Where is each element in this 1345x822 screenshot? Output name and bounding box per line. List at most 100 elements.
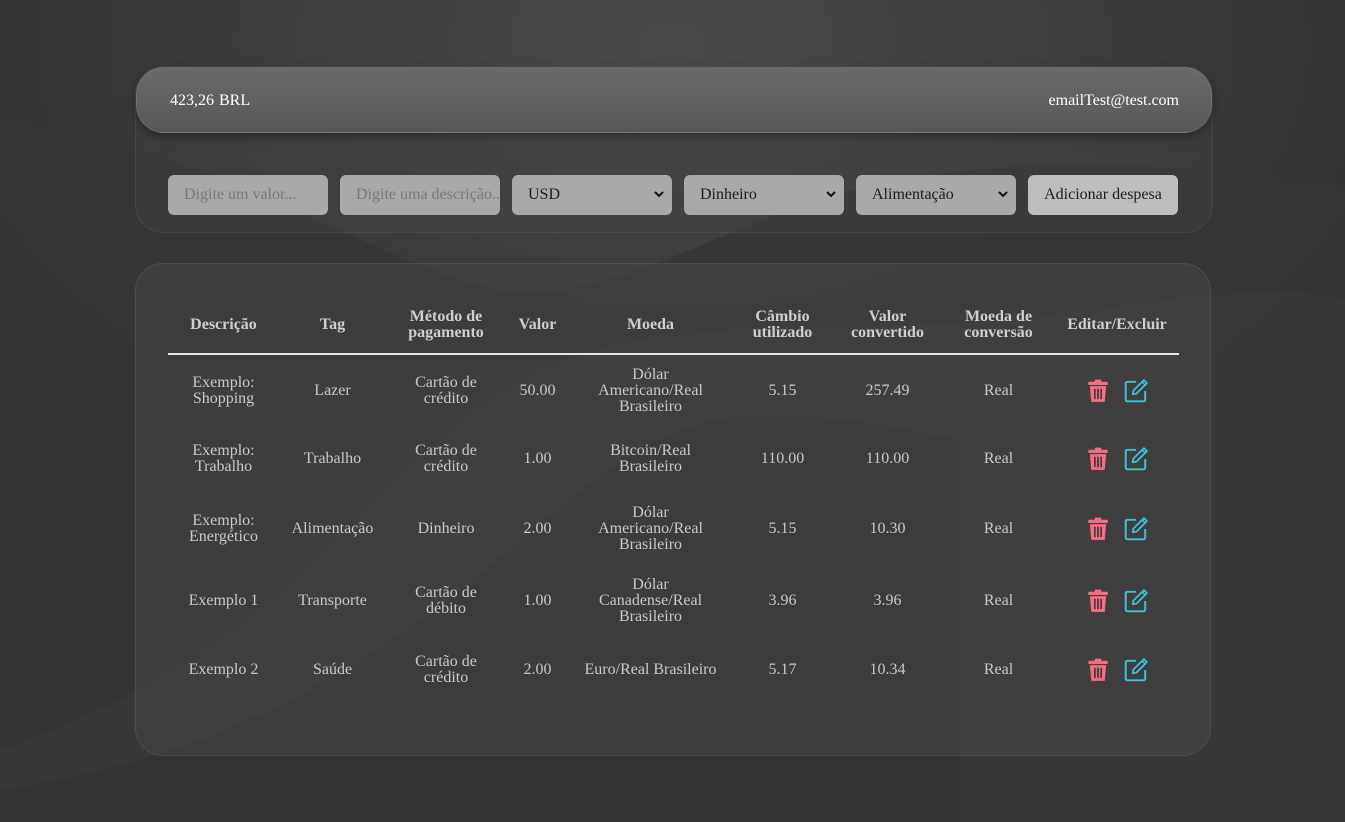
currency-select[interactable]: USD: [512, 175, 672, 215]
add-expense-button[interactable]: Adicionar despesa: [1028, 175, 1178, 215]
rate-cell: 3.96: [732, 566, 833, 636]
column-header-tag: Tag: [279, 297, 386, 355]
actions-cell: [1055, 426, 1179, 492]
column-header-line: Editar/Excluir: [1067, 316, 1167, 333]
cell-line: Dólar: [632, 504, 669, 521]
column-header-line: Descrição: [190, 316, 257, 333]
column-header-line: Câmbio: [755, 308, 810, 325]
trash-icon: [1088, 379, 1108, 402]
total-currency: BRL: [219, 92, 251, 109]
description-cell: Exemplo: Trabalho: [168, 426, 279, 492]
currency-cell: Dólar Canadense/Real Brasileiro: [569, 566, 732, 636]
column-header-line: pagamento: [408, 324, 484, 341]
actions-cell: [1055, 566, 1179, 636]
edit-icon: [1124, 589, 1148, 613]
tag-cell: Alimentação: [279, 492, 386, 566]
cell-line: Energético: [188, 528, 258, 545]
cell-line: Americano/Real: [598, 520, 703, 537]
total-expenses: 423,26 BRL: [170, 92, 250, 110]
currency-select-value: USD: [528, 186, 561, 203]
cell-line: 257.49: [865, 381, 910, 399]
edit-button[interactable]: [1123, 446, 1149, 472]
value-cell: 1.00: [506, 566, 569, 636]
cell-line: Brasileiro: [618, 608, 683, 625]
cell-line: Shopping: [192, 389, 255, 407]
method-select[interactable]: Dinheiro: [684, 175, 844, 215]
cell-line: Alimentação: [291, 520, 374, 537]
column-header-line: Método de: [409, 308, 483, 325]
description-cell: Exemplo: Shopping: [168, 354, 279, 426]
edit-button[interactable]: [1123, 378, 1149, 404]
cell-line: 5.17: [768, 661, 797, 678]
conversion-currency-cell: Real: [942, 492, 1055, 566]
value-cell: 2.00: [506, 636, 569, 704]
cell-line: Exemplo:: [192, 442, 255, 459]
cell-line: Dólar: [632, 576, 669, 593]
currency-cell: Dólar Americano/Real Brasileiro: [569, 354, 732, 426]
cell-line: Brasileiro: [618, 458, 683, 475]
trash-icon: [1088, 447, 1108, 470]
cell-line: Trabalho: [194, 458, 253, 475]
cell-line: 5.15: [768, 520, 797, 537]
cell-line: Cartão de: [415, 373, 477, 391]
cell-line: Real: [983, 520, 1014, 537]
cell-line: 1.00: [523, 450, 552, 467]
conversion-currency-cell: Real: [942, 636, 1055, 704]
cell-line: Cartão de: [415, 584, 477, 601]
cell-line: Exemplo:: [192, 512, 255, 529]
delete-button[interactable]: [1085, 378, 1111, 404]
method-cell: Dinheiro: [386, 492, 506, 566]
table-row: Exemplo: Trabalho Trabalho Cartão de crédito…: [168, 426, 1179, 492]
table-row: Exemplo 2 Saúde Cartão de crédito 2.00 Euro/R…: [168, 636, 1179, 704]
cell-line: Real: [983, 450, 1014, 467]
cell-line: Real: [983, 592, 1014, 609]
conversion-currency-cell: Real: [942, 566, 1055, 636]
cell-line: Brasileiro: [618, 536, 683, 553]
cell-line: Euro/Real Brasileiro: [584, 661, 717, 678]
edit-button[interactable]: [1123, 588, 1149, 614]
converted-cell: 10.34: [833, 636, 942, 704]
cell-line: Dinheiro: [417, 520, 475, 537]
tag-select[interactable]: Alimentação: [856, 175, 1016, 215]
delete-button[interactable]: [1085, 657, 1111, 683]
rate-cell: 5.15: [732, 354, 833, 426]
description-cell: Exemplo 1: [168, 566, 279, 636]
cell-line: 50.00: [519, 381, 556, 399]
value-cell: 2.00: [506, 492, 569, 566]
delete-button[interactable]: [1085, 516, 1111, 542]
cell-line: Real: [983, 381, 1014, 399]
chevron-down-icon: [826, 191, 836, 198]
cell-line: Canadense/Real: [598, 592, 703, 609]
tag-cell: Saúde: [279, 636, 386, 704]
cell-line: débito: [426, 600, 466, 617]
cell-line: 1.00: [523, 592, 552, 609]
delete-button[interactable]: [1085, 588, 1111, 614]
cell-line: 5.15: [768, 381, 797, 399]
converted-cell: 257.49: [833, 354, 942, 426]
description-input[interactable]: Digite uma descrição...: [340, 175, 500, 215]
cell-line: Exemplo:: [192, 373, 255, 391]
edit-button[interactable]: [1123, 657, 1149, 683]
cell-line: Lazer: [314, 381, 351, 399]
edit-button[interactable]: [1123, 516, 1149, 542]
column-header-line: Tag: [319, 316, 346, 333]
column-header-payment-method: Método de pagamento: [386, 297, 506, 355]
column-header-line: convertido: [851, 324, 924, 341]
delete-button[interactable]: [1085, 446, 1111, 472]
cell-line: 3.96: [768, 592, 797, 609]
column-header-converted-value: Valor convertido: [833, 297, 942, 355]
column-header-line: Moeda: [626, 316, 675, 333]
value-input[interactable]: Digite um valor...: [168, 175, 328, 215]
table-row: Exemplo: Energético Alimentação Dinheiro 2.0…: [168, 492, 1179, 566]
rate-cell: 110.00: [732, 426, 833, 492]
column-header-description: Descrição: [168, 297, 279, 355]
expense-form-card: 423,26 BRL emailTest@test.com Digite um v…: [135, 66, 1213, 233]
total-value: 423,26: [170, 92, 214, 109]
tag-cell: Trabalho: [279, 426, 386, 492]
method-cell: Cartão de crédito: [386, 354, 506, 426]
cell-line: Dólar: [632, 365, 669, 383]
currency-cell: Dólar Americano/Real Brasileiro: [569, 492, 732, 566]
method-select-value: Dinheiro: [700, 186, 757, 203]
column-header-line: conversão: [964, 324, 1033, 341]
top-header-bar: 423,26 BRL emailTest@test.com: [136, 67, 1212, 133]
